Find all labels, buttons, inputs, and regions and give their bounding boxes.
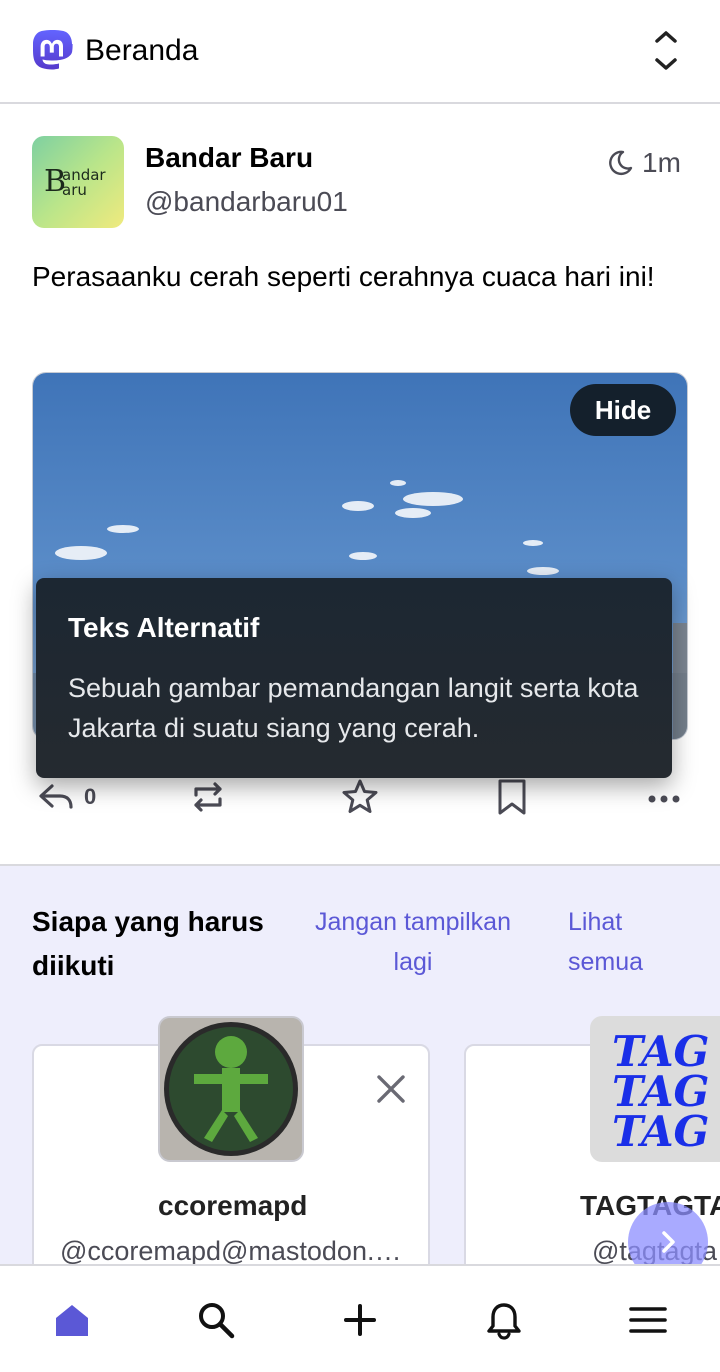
boost-button[interactable] <box>188 774 228 820</box>
search-icon <box>199 1303 235 1339</box>
top-bar: Beranda <box>0 0 720 104</box>
reply-count: 0 <box>84 784 97 809</box>
favourite-button[interactable] <box>340 774 380 820</box>
reply-button[interactable]: 0 <box>36 774 96 820</box>
close-icon[interactable] <box>374 1072 408 1106</box>
bell-icon <box>487 1303 521 1340</box>
home-icon <box>56 1305 88 1336</box>
hide-media-button[interactable]: Hide <box>570 384 676 436</box>
follow-suggestions: Siapa yang harus diikuti Jangan tampilka… <box>0 864 720 1264</box>
page-title: Beranda <box>85 34 199 67</box>
reply-icon <box>39 784 73 809</box>
author-name[interactable]: Bandar Baru <box>145 142 313 174</box>
moon-icon <box>609 150 633 175</box>
dismiss-suggestions-link[interactable]: Jangan tampilkan lagi <box>300 902 526 982</box>
post-time-label: 1m <box>642 147 681 178</box>
nav-home[interactable] <box>50 1298 94 1342</box>
avatar-wordmark: Bandar aru <box>44 164 106 199</box>
pixel-person-avatar <box>160 1018 302 1160</box>
nav-search[interactable] <box>194 1298 238 1342</box>
chevron-right-icon <box>662 1231 675 1253</box>
suggestions-title: Siapa yang harus diikuti <box>32 906 264 981</box>
suggestion-handle: @ccoremapd@mastodon.… <box>60 1236 402 1264</box>
nav-compose[interactable] <box>338 1298 382 1342</box>
alt-text-description: Sebuah gambar pemandangan langit serta k… <box>68 673 639 743</box>
post-content: Perasaanku cerah seperti cerahnya cuaca … <box>32 261 655 292</box>
nav-notifications[interactable] <box>482 1298 526 1342</box>
plus-icon <box>344 1304 376 1336</box>
menu-icon <box>629 1307 667 1333</box>
mastodon-logo-icon[interactable] <box>26 28 74 76</box>
author-avatar[interactable]: Bandar aru <box>32 136 124 228</box>
chevron-up-down-icon[interactable] <box>648 26 684 76</box>
bookmark-icon <box>498 779 526 815</box>
star-icon <box>342 779 378 813</box>
more-icon <box>648 795 680 803</box>
suggestion-avatar[interactable] <box>158 1016 304 1162</box>
alt-text-popover: Teks Alternatif Sebuah gambar pemandanga… <box>36 578 672 778</box>
nav-menu[interactable] <box>626 1298 670 1342</box>
post-timestamp[interactable]: 1m <box>606 146 681 180</box>
post-actions: 0 <box>0 774 720 820</box>
suggestion-avatar[interactable]: TAG TAG TAG <box>590 1016 720 1162</box>
suggestion-name[interactable]: ccoremapd <box>158 1190 307 1222</box>
author-handle[interactable]: @bandarbaru01 <box>145 186 348 218</box>
more-button[interactable] <box>644 774 684 820</box>
bottom-navigation <box>0 1264 720 1372</box>
view-all-link[interactable]: Lihat semua <box>568 902 688 982</box>
boost-icon <box>194 782 222 812</box>
alt-text-title: Teks Alternatif <box>68 612 260 643</box>
bookmark-button[interactable] <box>492 774 532 820</box>
tag-wordmark: TAG TAG TAG <box>612 1027 710 1156</box>
